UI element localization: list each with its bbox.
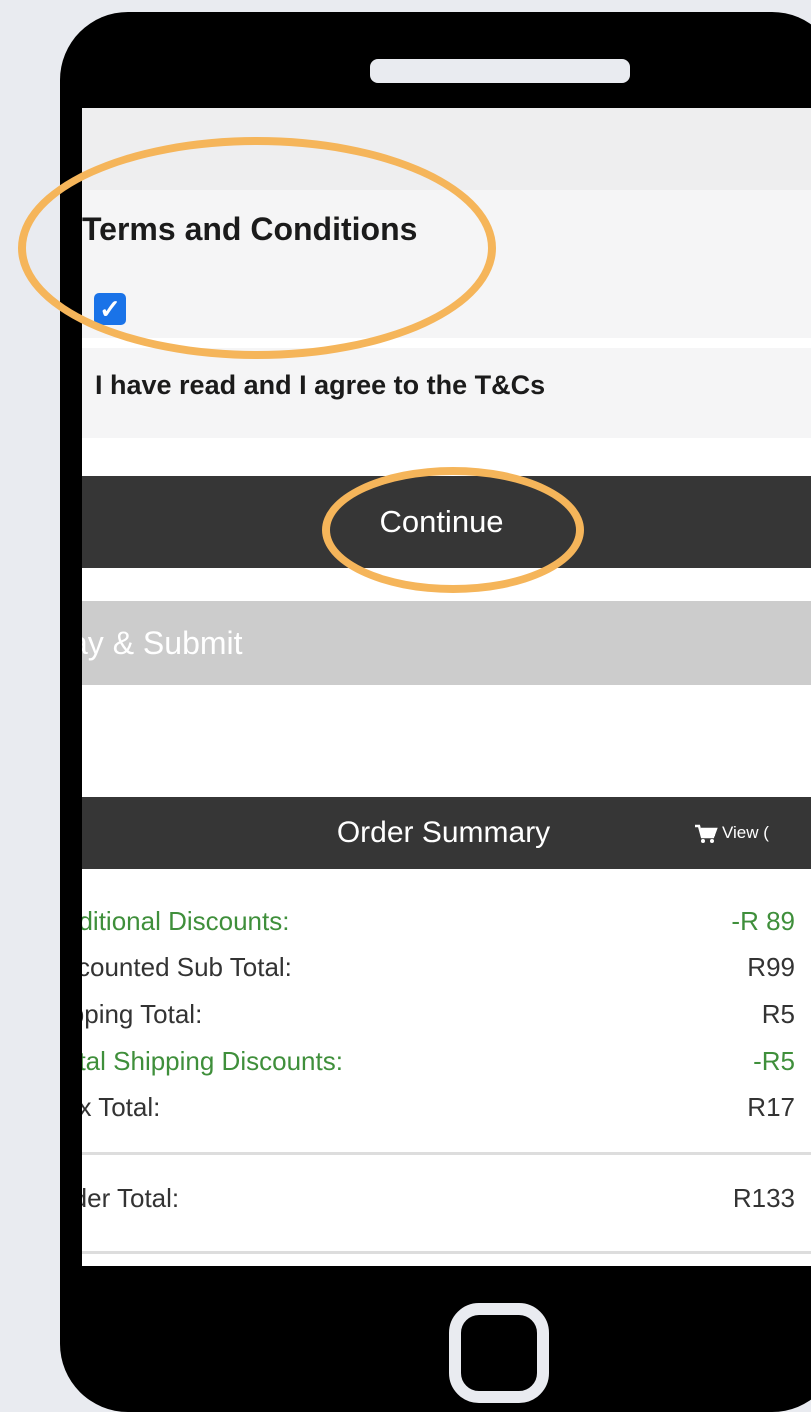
highlight-ring-terms: [18, 137, 496, 359]
summary-row-value: R99: [747, 952, 795, 982]
summary-divider: [82, 1251, 811, 1254]
phone-home-button[interactable]: [449, 1303, 549, 1403]
summary-row-value: -R5: [753, 1046, 795, 1076]
cart-icon: [695, 824, 718, 843]
summary-divider: [82, 1152, 811, 1155]
summary-row-label: ipping Total:: [82, 999, 203, 1029]
pay-submit-label: ay & Submit: [82, 625, 243, 661]
summary-row-value: R17: [747, 1092, 795, 1122]
summary-row-label: scounted Sub Total:: [82, 952, 292, 982]
summary-row-label: ax Total:: [82, 1092, 161, 1122]
agree-label[interactable]: I have read and I agree to the T&Cs: [95, 370, 545, 401]
summary-row-label: dditional Discounts:: [82, 906, 290, 936]
phone-speaker: [370, 59, 630, 83]
order-total-value: R133: [732, 1183, 795, 1213]
view-cart-label: View (: [722, 823, 769, 842]
summary-row-value: -R 89: [731, 906, 795, 936]
highlight-ring-continue: [322, 467, 584, 593]
order-total-label: rder Total:: [82, 1183, 180, 1213]
summary-row-value: R5: [761, 999, 795, 1029]
view-cart-link[interactable]: View (: [694, 797, 769, 869]
summary-row-label: otal Shipping Discounts:: [82, 1046, 343, 1076]
